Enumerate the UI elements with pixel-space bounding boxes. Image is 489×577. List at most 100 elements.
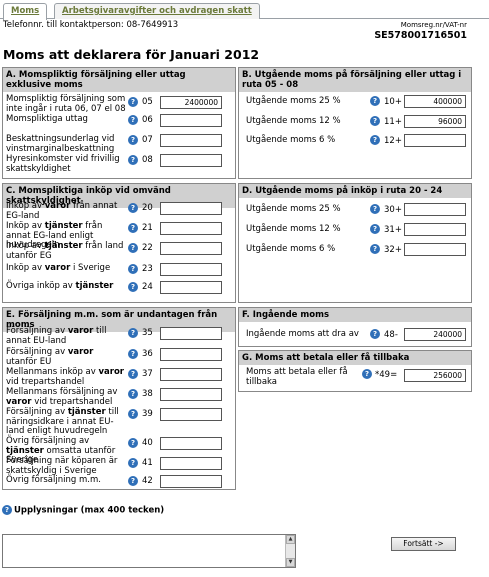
- field-label: Mellanmans inköp av varor vid trepartsha…: [6, 367, 124, 387]
- box-08-input[interactable]: [160, 154, 222, 167]
- box-number: *49=: [375, 370, 398, 380]
- help-icon[interactable]: ?: [128, 243, 138, 253]
- field-label: Moms att betala eller få tillbaka: [246, 367, 348, 387]
- tab-moms[interactable]: Moms: [3, 3, 48, 20]
- box-number: 37: [142, 369, 153, 379]
- box-41-input[interactable]: [160, 457, 222, 470]
- tab-bar: Moms Arbetsgivaravgifter och avdragen sk…: [0, 0, 489, 20]
- help-icon[interactable]: ?: [370, 135, 380, 145]
- box-number: 23: [142, 264, 153, 274]
- box-49-input[interactable]: 256000: [404, 369, 466, 382]
- box-21-input[interactable]: [160, 222, 222, 235]
- field-label: Utgående moms 6 %: [246, 135, 336, 145]
- help-icon[interactable]: ?: [128, 282, 138, 292]
- box-32-input[interactable]: [404, 243, 466, 256]
- box-06-input[interactable]: [160, 114, 222, 127]
- help-icon[interactable]: ?: [370, 204, 380, 214]
- box-number: 05: [142, 97, 153, 107]
- section-a: A. Momspliktig försäljning eller uttag e…: [2, 67, 236, 179]
- field-label: Försäljning av varor utanför EU: [6, 347, 94, 367]
- box-37-input[interactable]: [160, 368, 222, 381]
- help-icon[interactable]: ?: [128, 264, 138, 274]
- box-11-input[interactable]: 96000: [404, 115, 466, 128]
- help-icon[interactable]: ?: [128, 135, 138, 145]
- box-number: 11+: [384, 117, 402, 127]
- help-icon[interactable]: ?: [128, 328, 138, 338]
- help-icon[interactable]: ?: [2, 505, 12, 515]
- box-number: 31+: [384, 225, 402, 235]
- help-icon[interactable]: ?: [128, 458, 138, 468]
- help-icon[interactable]: ?: [128, 203, 138, 213]
- box-48-input[interactable]: 240000: [404, 328, 466, 341]
- help-icon[interactable]: ?: [370, 244, 380, 254]
- box-number: 35: [142, 328, 153, 338]
- field-label: Utgående moms 25 %: [246, 204, 341, 214]
- scroll-down-icon[interactable]: ▼: [286, 558, 295, 567]
- field-label: Inköp av varor från annat EG-land: [6, 201, 118, 221]
- section-f: F. Ingående moms Ingående moms att dra a…: [238, 307, 472, 347]
- box-number: 22: [142, 243, 153, 253]
- box-24-input[interactable]: [160, 281, 222, 294]
- help-icon[interactable]: ?: [128, 223, 138, 233]
- box-number: 39: [142, 409, 153, 419]
- box-number: 32+: [384, 245, 402, 255]
- box-31-input[interactable]: [404, 223, 466, 236]
- box-39-input[interactable]: [160, 408, 222, 421]
- help-icon[interactable]: ?: [370, 116, 380, 126]
- help-icon[interactable]: ?: [128, 115, 138, 125]
- help-icon[interactable]: ?: [128, 438, 138, 448]
- field-label: Ingående moms att dra av: [246, 329, 359, 339]
- page-title: Moms att deklarera för Januari 2012: [3, 47, 260, 62]
- field-label: Utgående moms 12 %: [246, 224, 341, 234]
- box-number: 48-: [384, 330, 398, 340]
- section-b: B. Utgående moms på försäljning eller ut…: [238, 67, 472, 179]
- help-icon[interactable]: ?: [128, 97, 138, 107]
- info-textarea[interactable]: ▲ ▼: [2, 534, 296, 568]
- box-38-input[interactable]: [160, 388, 222, 401]
- box-22-input[interactable]: [160, 242, 222, 255]
- box-number: 10+: [384, 97, 402, 107]
- vat-label: Momsreg.nr/VAT-nr: [400, 21, 467, 29]
- section-c: C. Momspliktiga inköp vid omvänd skattsk…: [2, 183, 236, 303]
- section-g: G. Moms att betala eller få tillbaka Mom…: [238, 350, 472, 392]
- box-05-input[interactable]: 2400000: [160, 96, 222, 109]
- scroll-up-icon[interactable]: ▲: [286, 535, 295, 544]
- textarea-scrollbar[interactable]: ▲ ▼: [285, 535, 295, 567]
- help-icon[interactable]: ?: [128, 476, 138, 486]
- help-icon[interactable]: ?: [128, 389, 138, 399]
- box-40-input[interactable]: [160, 437, 222, 450]
- box-07-input[interactable]: [160, 134, 222, 147]
- tab-arbetsgivaravgifter[interactable]: Arbetsgivaravgifter och avdragen skatt: [54, 3, 260, 19]
- box-36-input[interactable]: [160, 348, 222, 361]
- box-30-input[interactable]: [404, 203, 466, 216]
- field-label: Inköp av varor i Sverige: [6, 263, 111, 273]
- help-icon[interactable]: ?: [128, 409, 138, 419]
- box-12-input[interactable]: [404, 134, 466, 147]
- continue-button[interactable]: Fortsätt ->: [391, 537, 456, 551]
- field-label: Utgående moms 6 %: [246, 244, 336, 254]
- section-f-title: F. Ingående moms: [239, 308, 471, 322]
- box-number: 06: [142, 115, 153, 125]
- box-20-input[interactable]: [160, 202, 222, 215]
- help-icon[interactable]: ?: [370, 224, 380, 234]
- box-23-input[interactable]: [160, 263, 222, 276]
- section-b-title: B. Utgående moms på försäljning eller ut…: [239, 68, 471, 92]
- box-number: 38: [142, 389, 153, 399]
- field-label: Mellanmans försäljning av varor vid trep…: [6, 387, 118, 407]
- help-icon[interactable]: ?: [362, 369, 372, 379]
- section-d: D. Utgående moms på inköp i ruta 20 - 24…: [238, 183, 472, 303]
- section-a-title: A. Momspliktig försäljning eller uttag e…: [3, 68, 235, 92]
- help-icon[interactable]: ?: [370, 329, 380, 339]
- section-e: E. Försäljning m.m. som är undantagen fr…: [2, 307, 236, 490]
- box-number: 07: [142, 135, 153, 145]
- help-icon[interactable]: ?: [128, 155, 138, 165]
- box-number: 24: [142, 282, 153, 292]
- contact-phone: Telefonnr. till kontaktperson: 08-764991…: [3, 20, 179, 30]
- box-35-input[interactable]: [160, 327, 222, 340]
- field-label: Utgående moms 25 %: [246, 96, 341, 106]
- help-icon[interactable]: ?: [370, 96, 380, 106]
- help-icon[interactable]: ?: [128, 349, 138, 359]
- box-10-input[interactable]: 400000: [404, 95, 466, 108]
- help-icon[interactable]: ?: [128, 369, 138, 379]
- box-42-input[interactable]: [160, 475, 222, 488]
